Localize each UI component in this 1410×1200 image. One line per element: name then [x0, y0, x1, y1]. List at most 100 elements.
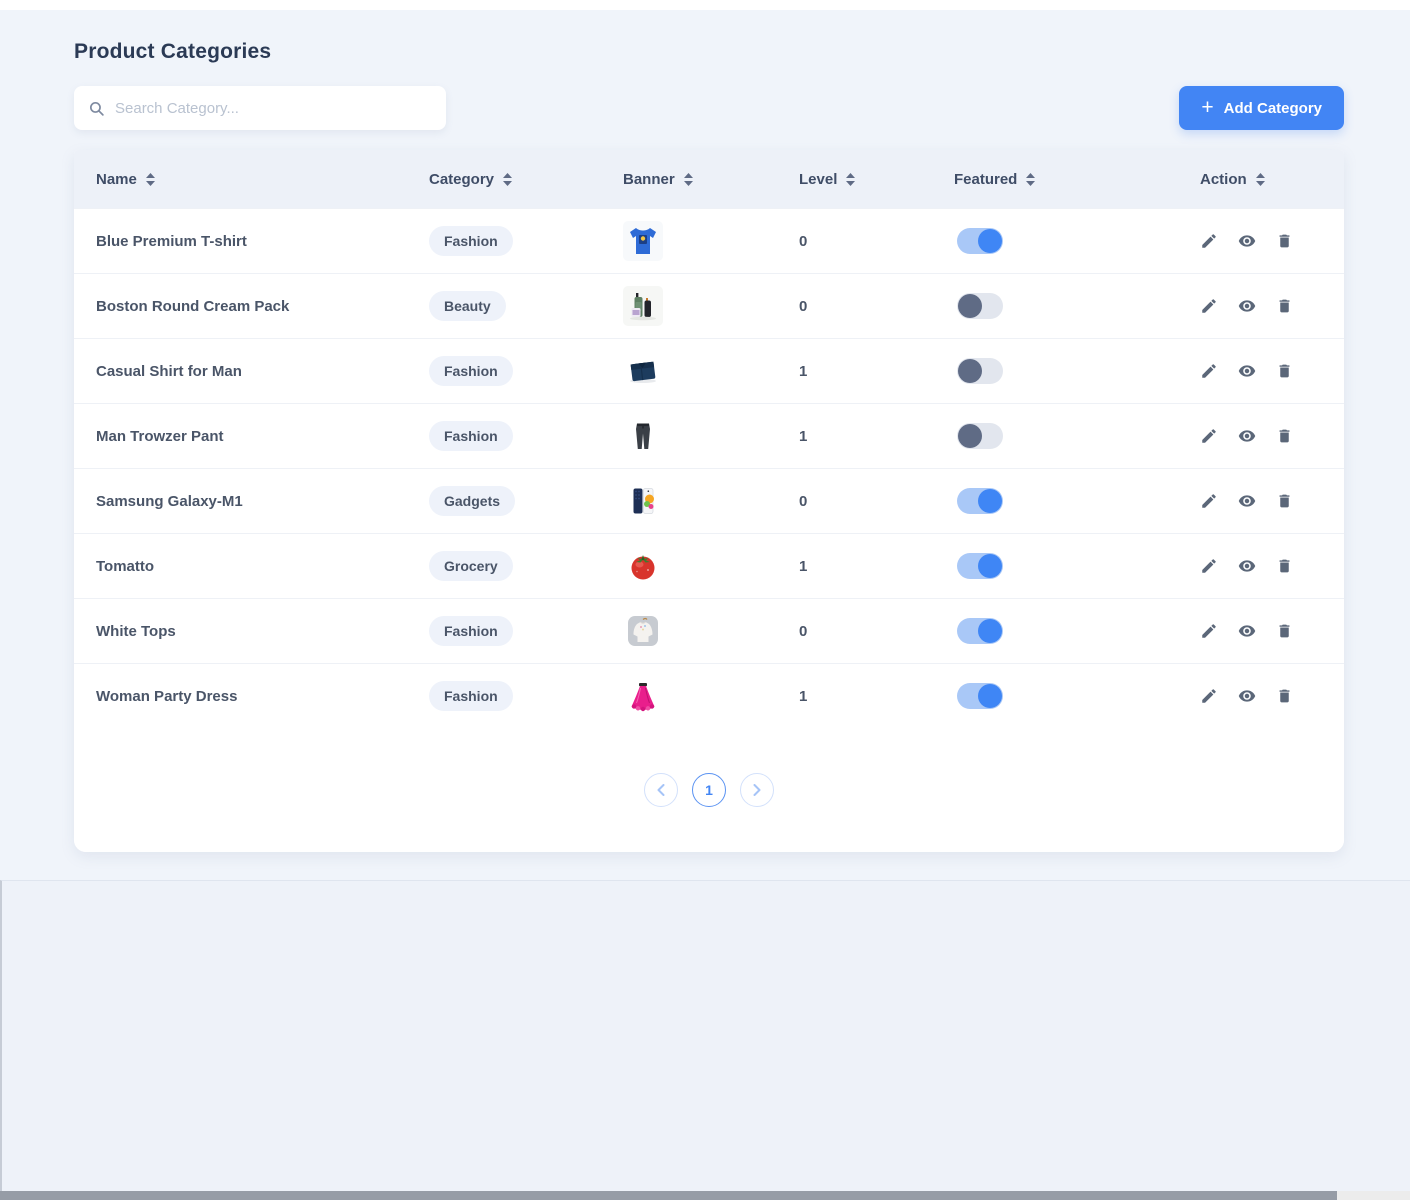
table-row: Woman Party Dress Fashion 1 [74, 663, 1344, 728]
edit-icon[interactable] [1200, 297, 1218, 315]
edit-icon[interactable] [1200, 232, 1218, 250]
featured-toggle[interactable] [957, 358, 1003, 384]
scrollbar-thumb[interactable] [0, 1191, 1337, 1200]
column-label: Name [96, 171, 137, 188]
column-header-category[interactable]: Category [429, 171, 623, 188]
featured-toggle[interactable] [957, 683, 1003, 709]
category-badge: Gadgets [429, 486, 515, 516]
toggle-knob [978, 684, 1002, 708]
level-value: 0 [799, 233, 954, 250]
chevron-right-icon [753, 784, 761, 796]
column-label: Featured [954, 171, 1017, 188]
toggle-knob [978, 554, 1002, 578]
table-row: Samsung Galaxy-M1 Gadgets 0 [74, 468, 1344, 533]
edit-icon[interactable] [1200, 362, 1218, 380]
view-icon[interactable] [1237, 232, 1257, 250]
cream-pack-photo [623, 286, 663, 326]
category-name: Boston Round Cream Pack [74, 298, 429, 315]
toggle-knob [958, 359, 982, 383]
featured-toggle[interactable] [957, 488, 1003, 514]
view-icon[interactable] [1237, 427, 1257, 445]
featured-toggle[interactable] [957, 423, 1003, 449]
delete-icon[interactable] [1276, 362, 1293, 380]
level-value: 0 [799, 623, 954, 640]
category-badge: Beauty [429, 291, 506, 321]
delete-icon[interactable] [1276, 492, 1293, 510]
featured-toggle[interactable] [957, 618, 1003, 644]
top-strip [0, 0, 1410, 10]
view-icon[interactable] [1237, 297, 1257, 315]
column-label: Category [429, 171, 494, 188]
plus-icon: + [1201, 97, 1213, 118]
category-badge: Fashion [429, 421, 513, 451]
blue-tshirt-photo [623, 221, 663, 261]
add-category-label: Add Category [1224, 100, 1322, 117]
smartphone-photo [623, 481, 663, 521]
view-icon[interactable] [1237, 492, 1257, 510]
level-value: 0 [799, 298, 954, 315]
table-row: White Tops Fashion 0 [74, 598, 1344, 663]
category-badge: Fashion [429, 226, 513, 256]
column-header-banner[interactable]: Banner [623, 171, 799, 188]
pagination-prev-button[interactable] [644, 773, 678, 807]
pagination: 1 [74, 728, 1344, 852]
delete-icon[interactable] [1276, 297, 1293, 315]
search-input[interactable] [115, 100, 432, 117]
category-name: Man Trowzer Pant [74, 428, 429, 445]
table-row: Tomatto Grocery 1 [74, 533, 1344, 598]
column-label: Level [799, 171, 837, 188]
featured-toggle[interactable] [957, 228, 1003, 254]
delete-icon[interactable] [1276, 232, 1293, 250]
sort-icon[interactable] [503, 173, 512, 186]
edit-icon[interactable] [1200, 492, 1218, 510]
pagination-page-1[interactable]: 1 [692, 773, 726, 807]
table-row: Blue Premium T-shirt Fashion 0 [74, 208, 1344, 273]
sort-icon[interactable] [146, 173, 155, 186]
pink-dress-photo [623, 676, 663, 716]
edit-icon[interactable] [1200, 427, 1218, 445]
pagination-next-button[interactable] [740, 773, 774, 807]
category-badge: Grocery [429, 551, 513, 581]
view-icon[interactable] [1237, 557, 1257, 575]
edit-icon[interactable] [1200, 687, 1218, 705]
category-name: Samsung Galaxy-M1 [74, 493, 429, 510]
view-icon[interactable] [1237, 622, 1257, 640]
product-categories-panel: Product Categories + Add Category Name C… [74, 10, 1344, 852]
category-name: Tomatto [74, 558, 429, 575]
pagination-current-label: 1 [705, 782, 713, 798]
table-header-row: Name Category Banner Level Featured Acti… [74, 150, 1344, 208]
lower-content-panel [0, 880, 1410, 1200]
featured-toggle[interactable] [957, 293, 1003, 319]
search-icon [88, 100, 105, 117]
delete-icon[interactable] [1276, 557, 1293, 575]
edit-icon[interactable] [1200, 622, 1218, 640]
sort-icon[interactable] [1026, 173, 1035, 186]
table-row: Casual Shirt for Man Fashion 1 [74, 338, 1344, 403]
column-header-name[interactable]: Name [74, 171, 429, 188]
toggle-knob [978, 229, 1002, 253]
horizontal-scrollbar[interactable] [0, 1191, 1410, 1200]
white-top-photo [623, 611, 663, 651]
sort-icon[interactable] [846, 173, 855, 186]
tomato-photo [623, 546, 663, 586]
sort-icon[interactable] [1256, 173, 1265, 186]
level-value: 0 [799, 493, 954, 510]
category-badge: Fashion [429, 356, 513, 386]
delete-icon[interactable] [1276, 687, 1293, 705]
delete-icon[interactable] [1276, 622, 1293, 640]
sort-icon[interactable] [684, 173, 693, 186]
featured-toggle[interactable] [957, 553, 1003, 579]
column-header-featured[interactable]: Featured [954, 171, 1200, 188]
view-icon[interactable] [1237, 362, 1257, 380]
category-badge: Fashion [429, 681, 513, 711]
table-row: Man Trowzer Pant Fashion 1 [74, 403, 1344, 468]
column-header-action[interactable]: Action [1200, 171, 1344, 188]
toggle-knob [958, 424, 982, 448]
delete-icon[interactable] [1276, 427, 1293, 445]
add-category-button[interactable]: + Add Category [1179, 86, 1344, 130]
edit-icon[interactable] [1200, 557, 1218, 575]
column-header-level[interactable]: Level [799, 171, 954, 188]
search-box[interactable] [74, 86, 446, 130]
view-icon[interactable] [1237, 687, 1257, 705]
category-badge: Fashion [429, 616, 513, 646]
